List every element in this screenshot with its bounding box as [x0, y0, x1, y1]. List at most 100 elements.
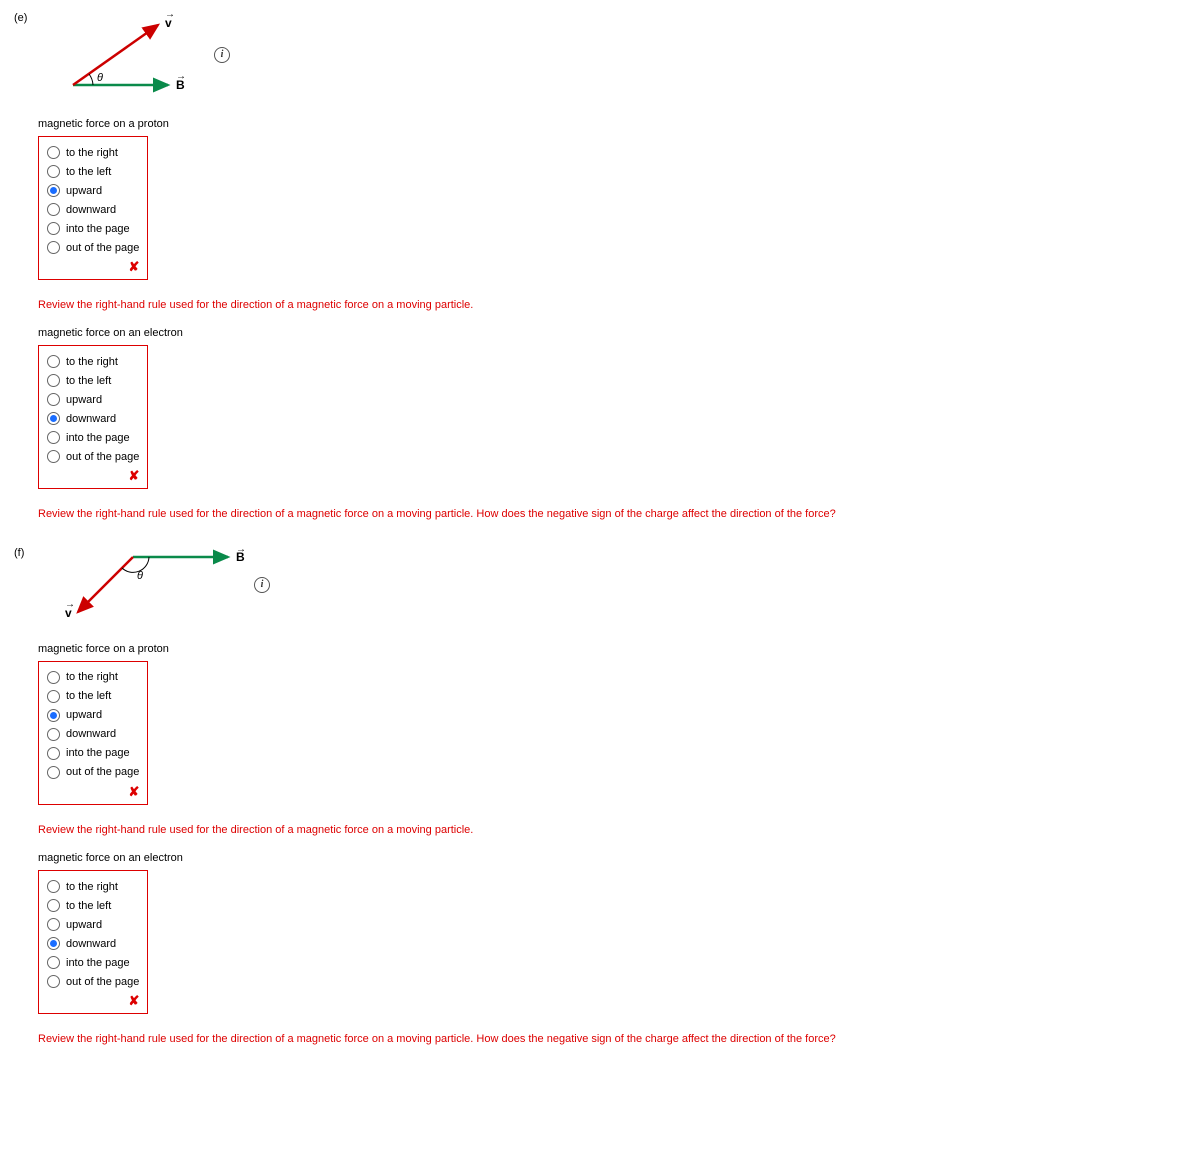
option-row[interactable]: to the right — [47, 143, 139, 162]
option-row[interactable]: out of the page — [47, 763, 139, 782]
incorrect-icon: ✘ — [129, 259, 140, 274]
option-row[interactable]: downward — [47, 725, 139, 744]
option-label: into the page — [66, 223, 130, 235]
option-label: into the page — [66, 747, 130, 759]
radio-button[interactable] — [47, 412, 60, 425]
incorrect-icon: ✘ — [129, 468, 140, 483]
option-row[interactable]: out of the page — [47, 972, 139, 991]
radio-button[interactable] — [47, 222, 60, 235]
radio-button[interactable] — [47, 918, 60, 931]
radio-button[interactable] — [47, 937, 60, 950]
svg-text:→: → — [65, 599, 75, 610]
question-prompt: magnetic force on an electron — [38, 852, 1186, 864]
radio-button[interactable] — [47, 766, 60, 779]
option-row[interactable]: to the right — [47, 352, 139, 371]
options-box: to the right to the left upward downward int… — [38, 661, 148, 805]
option-label: to the left — [66, 166, 111, 178]
option-label: downward — [66, 413, 116, 425]
option-row[interactable]: upward — [47, 706, 139, 725]
option-label: to the right — [66, 671, 118, 683]
radio-button[interactable] — [47, 355, 60, 368]
svg-text:θ: θ — [137, 570, 143, 582]
question-part: (f)θB→v→ i magnetic force on a proton to th… — [14, 545, 1186, 1062]
option-label: upward — [66, 394, 102, 406]
question-prompt: magnetic force on a proton — [38, 643, 1186, 655]
part-label: (f) — [14, 545, 38, 559]
svg-text:θ: θ — [97, 72, 103, 84]
question-prompt: magnetic force on a proton — [38, 118, 1186, 130]
radio-button[interactable] — [47, 241, 60, 254]
radio-button[interactable] — [47, 880, 60, 893]
option-row[interactable]: downward — [47, 200, 139, 219]
options-box: to the right to the left upward downward int… — [38, 136, 148, 280]
option-label: to the right — [66, 147, 118, 159]
option-row[interactable]: downward — [47, 934, 139, 953]
option-row[interactable]: to the left — [47, 687, 139, 706]
option-row[interactable]: to the left — [47, 371, 139, 390]
radio-button[interactable] — [47, 203, 60, 216]
radio-button[interactable] — [47, 146, 60, 159]
option-row[interactable]: into the page — [47, 219, 139, 238]
option-row[interactable]: upward — [47, 181, 139, 200]
option-row[interactable]: upward — [47, 390, 139, 409]
question-prompt: magnetic force on an electron — [38, 327, 1186, 339]
option-label: upward — [66, 709, 102, 721]
option-label: upward — [66, 185, 102, 197]
radio-button[interactable] — [47, 956, 60, 969]
option-label: to the left — [66, 900, 111, 912]
feedback-text: Review the right-hand rule used for the … — [38, 298, 1186, 313]
radio-button[interactable] — [47, 728, 60, 741]
radio-button[interactable] — [47, 671, 60, 684]
option-row[interactable]: downward — [47, 409, 139, 428]
options-box: to the right to the left upward downward int… — [38, 345, 148, 489]
option-label: to the right — [66, 356, 118, 368]
vector-diagram-e: θB→v→ — [38, 10, 208, 100]
option-label: to the left — [66, 690, 111, 702]
option-row[interactable]: into the page — [47, 744, 139, 763]
option-label: out of the page — [66, 766, 139, 778]
radio-button[interactable] — [47, 690, 60, 703]
option-row[interactable]: to the right — [47, 877, 139, 896]
part-label: (e) — [14, 10, 38, 24]
option-row[interactable]: to the left — [47, 162, 139, 181]
radio-button[interactable] — [47, 184, 60, 197]
option-row[interactable]: out of the page — [47, 447, 139, 466]
info-icon[interactable]: i — [254, 577, 270, 593]
svg-text:→: → — [165, 10, 175, 20]
info-icon[interactable]: i — [214, 47, 230, 63]
vector-diagram-f: θB→v→ — [38, 545, 248, 625]
radio-button[interactable] — [47, 747, 60, 760]
option-row[interactable]: into the page — [47, 953, 139, 972]
radio-button[interactable] — [47, 899, 60, 912]
svg-text:→: → — [176, 71, 186, 82]
option-label: out of the page — [66, 451, 139, 463]
incorrect-icon: ✘ — [129, 993, 140, 1008]
option-label: to the left — [66, 375, 111, 387]
radio-button[interactable] — [47, 431, 60, 444]
option-row[interactable]: into the page — [47, 428, 139, 447]
option-row[interactable]: to the left — [47, 896, 139, 915]
option-label: into the page — [66, 432, 130, 444]
radio-button[interactable] — [47, 374, 60, 387]
radio-button[interactable] — [47, 393, 60, 406]
incorrect-icon: ✘ — [129, 784, 140, 799]
option-label: into the page — [66, 957, 130, 969]
option-label: downward — [66, 938, 116, 950]
option-label: downward — [66, 728, 116, 740]
option-row[interactable]: out of the page — [47, 238, 139, 257]
radio-button[interactable] — [47, 165, 60, 178]
radio-button[interactable] — [47, 450, 60, 463]
feedback-text: Review the right-hand rule used for the … — [38, 823, 1186, 838]
radio-button[interactable] — [47, 709, 60, 722]
option-label: to the right — [66, 881, 118, 893]
option-row[interactable]: upward — [47, 915, 139, 934]
option-row[interactable]: to the right — [47, 668, 139, 687]
option-label: out of the page — [66, 976, 139, 988]
option-label: out of the page — [66, 242, 139, 254]
radio-button[interactable] — [47, 975, 60, 988]
question-part: (e)θB→v→ i magnetic force on a proton to th… — [14, 10, 1186, 537]
option-label: upward — [66, 919, 102, 931]
feedback-text: Review the right-hand rule used for the … — [38, 1032, 1186, 1047]
feedback-text: Review the right-hand rule used for the … — [38, 507, 1186, 522]
options-box: to the right to the left upward downward int… — [38, 870, 148, 1014]
